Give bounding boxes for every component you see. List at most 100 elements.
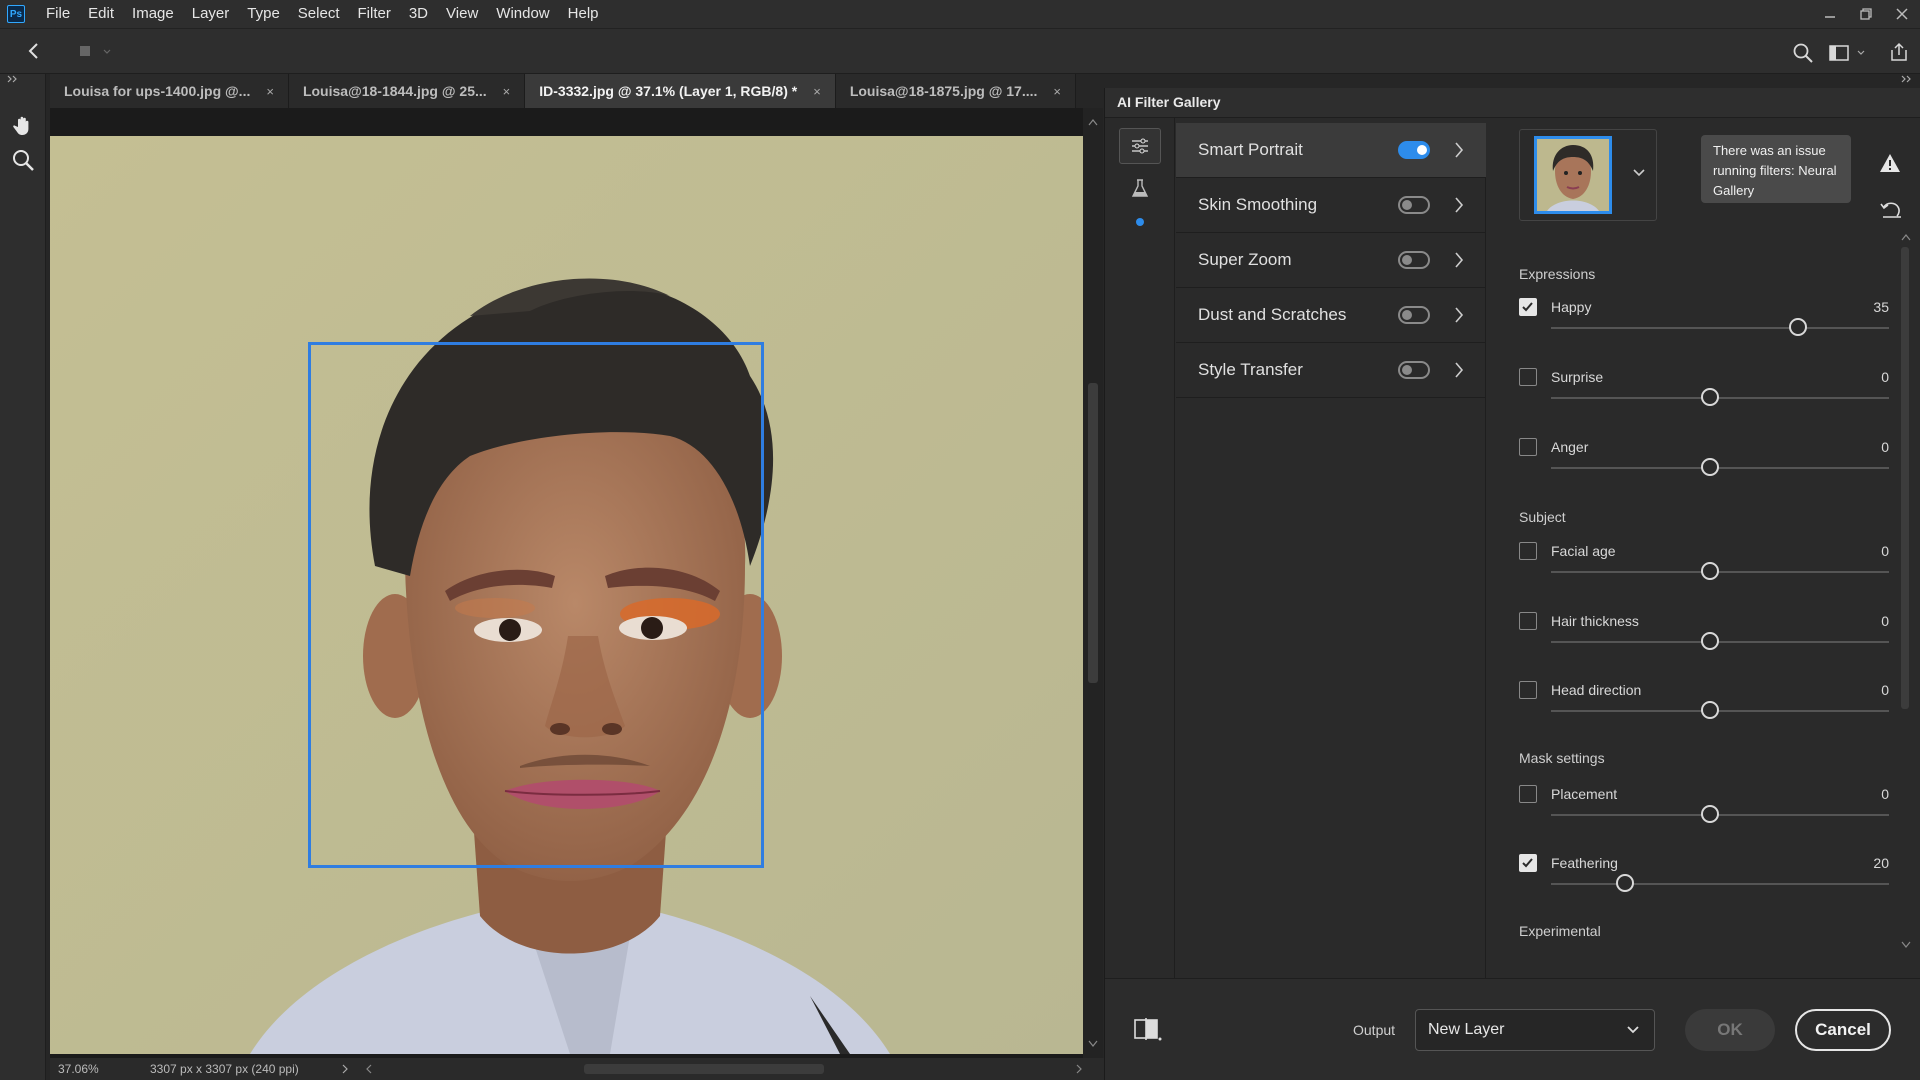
head-direction-slider-track[interactable] bbox=[1551, 710, 1889, 712]
placement-slider-track[interactable] bbox=[1551, 814, 1889, 816]
ok-button[interactable]: OK bbox=[1685, 1009, 1775, 1051]
head-direction-slider-thumb[interactable] bbox=[1700, 701, 1719, 719]
surprise-slider-track[interactable] bbox=[1551, 397, 1889, 399]
cancel-button[interactable]: Cancel bbox=[1795, 1009, 1891, 1051]
surprise-slider-thumb[interactable] bbox=[1700, 388, 1719, 406]
placement-checkbox[interactable] bbox=[1519, 785, 1537, 803]
tab-close-icon[interactable]: × bbox=[1053, 84, 1061, 99]
style-transfer-toggle[interactable] bbox=[1398, 361, 1430, 379]
all-filters-icon[interactable] bbox=[1119, 128, 1161, 164]
canvas-area[interactable] bbox=[50, 108, 1083, 1058]
output-select[interactable]: New Layer bbox=[1415, 1009, 1655, 1051]
skin-smoothing-toggle[interactable] bbox=[1398, 196, 1430, 214]
scrollbar-thumb[interactable] bbox=[1088, 383, 1098, 683]
option-value[interactable]: 0 bbox=[1881, 786, 1889, 802]
facial-age-checkbox[interactable] bbox=[1519, 542, 1537, 560]
chevron-right-icon[interactable] bbox=[1453, 306, 1465, 324]
zoom-tool-icon[interactable] bbox=[11, 148, 35, 172]
menu-image[interactable]: Image bbox=[123, 0, 183, 28]
search-icon[interactable] bbox=[1792, 42, 1814, 64]
tab-louisa-1400[interactable]: Louisa for ups-1400.jpg @... × bbox=[50, 74, 289, 108]
menu-file[interactable]: File bbox=[37, 0, 79, 28]
menu-layer[interactable]: Layer bbox=[183, 0, 239, 28]
filter-skin-smoothing[interactable]: Skin Smoothing bbox=[1176, 178, 1486, 233]
head-direction-checkbox[interactable] bbox=[1519, 681, 1537, 699]
share-icon[interactable] bbox=[1888, 41, 1910, 63]
tool-preset-icon[interactable] bbox=[78, 43, 114, 61]
chevron-right-icon[interactable] bbox=[1453, 141, 1465, 159]
workspace-icon[interactable] bbox=[1828, 43, 1868, 63]
option-value[interactable]: 0 bbox=[1881, 543, 1889, 559]
filter-smart-portrait[interactable]: Smart Portrait bbox=[1176, 123, 1486, 178]
happy-slider-track[interactable] bbox=[1551, 327, 1889, 329]
collapse-panels-icon[interactable] bbox=[1900, 74, 1914, 84]
filter-style-transfer[interactable]: Style Transfer bbox=[1176, 343, 1486, 398]
tab-louisa-1844[interactable]: Louisa@18-1844.jpg @ 25... × bbox=[288, 74, 526, 108]
hand-tool-icon[interactable] bbox=[11, 114, 35, 138]
preview-compare-icon[interactable] bbox=[1133, 1017, 1163, 1043]
facial-age-slider-track[interactable] bbox=[1551, 571, 1889, 573]
menu-edit[interactable]: Edit bbox=[79, 0, 123, 28]
settings-scrollbar-thumb[interactable] bbox=[1901, 247, 1909, 709]
smart-portrait-toggle[interactable] bbox=[1398, 141, 1430, 159]
menu-type[interactable]: Type bbox=[238, 0, 289, 28]
hair-thickness-checkbox[interactable] bbox=[1519, 612, 1537, 630]
menu-view[interactable]: View bbox=[437, 0, 487, 28]
happy-slider-thumb[interactable] bbox=[1788, 318, 1807, 336]
anger-checkbox[interactable] bbox=[1519, 438, 1537, 456]
option-value[interactable]: 0 bbox=[1881, 613, 1889, 629]
expand-tools-icon[interactable] bbox=[6, 74, 20, 84]
surprise-checkbox[interactable] bbox=[1519, 368, 1537, 386]
reset-icon[interactable] bbox=[1879, 199, 1903, 219]
chevron-right-icon[interactable] bbox=[1453, 251, 1465, 269]
restore-icon[interactable] bbox=[1848, 0, 1884, 28]
minimize-icon[interactable] bbox=[1812, 0, 1848, 28]
anger-slider-track[interactable] bbox=[1551, 467, 1889, 469]
face-selector[interactable] bbox=[1519, 129, 1657, 221]
menu-help[interactable]: Help bbox=[559, 0, 608, 28]
canvas-vertical-scrollbar[interactable] bbox=[1083, 108, 1103, 1058]
chevron-right-icon[interactable] bbox=[1453, 196, 1465, 214]
filter-super-zoom[interactable]: Super Zoom bbox=[1176, 233, 1486, 288]
zoom-level[interactable]: 37.06% bbox=[58, 1062, 122, 1076]
chevron-right-icon[interactable] bbox=[1453, 361, 1465, 379]
placement-slider-thumb[interactable] bbox=[1700, 805, 1719, 823]
facial-age-slider-thumb[interactable] bbox=[1700, 562, 1719, 580]
option-value[interactable]: 0 bbox=[1881, 369, 1889, 385]
horizontal-scrollbar-thumb[interactable] bbox=[584, 1064, 824, 1074]
tab-id-3332[interactable]: ID-3332.jpg @ 37.1% (Layer 1, RGB/8) * × bbox=[525, 74, 836, 108]
menu-select[interactable]: Select bbox=[289, 0, 349, 28]
hair-thickness-slider-thumb[interactable] bbox=[1700, 632, 1719, 650]
settings-scrollbar[interactable] bbox=[1901, 233, 1911, 793]
menu-window[interactable]: Window bbox=[487, 0, 558, 28]
feathering-slider-thumb[interactable] bbox=[1616, 874, 1635, 892]
warning-icon[interactable] bbox=[1879, 153, 1901, 173]
option-value[interactable]: 0 bbox=[1881, 439, 1889, 455]
menu-3d[interactable]: 3D bbox=[400, 0, 437, 28]
settings-scroll-down-icon[interactable] bbox=[1901, 941, 1911, 949]
option-value[interactable]: 20 bbox=[1873, 855, 1889, 871]
anger-slider-thumb[interactable] bbox=[1700, 458, 1719, 476]
dust-scratches-toggle[interactable] bbox=[1398, 306, 1430, 324]
hair-thickness-slider-track[interactable] bbox=[1551, 641, 1889, 643]
tab-close-icon[interactable]: × bbox=[266, 84, 274, 99]
back-arrow-icon[interactable] bbox=[24, 41, 44, 61]
status-expand-icon[interactable] bbox=[340, 1064, 350, 1074]
super-zoom-toggle[interactable] bbox=[1398, 251, 1430, 269]
feathering-checkbox[interactable] bbox=[1519, 854, 1537, 872]
close-icon[interactable] bbox=[1884, 0, 1920, 28]
option-value[interactable]: 35 bbox=[1873, 299, 1889, 315]
face-thumbnail[interactable] bbox=[1534, 136, 1612, 214]
tab-close-icon[interactable]: × bbox=[503, 84, 511, 99]
hscroll-left-icon[interactable] bbox=[364, 1064, 374, 1074]
filter-dust-and-scratches[interactable]: Dust and Scratches bbox=[1176, 288, 1486, 343]
tab-louisa-1875[interactable]: Louisa@18-1875.jpg @ 17.... × bbox=[835, 74, 1076, 108]
hscroll-right-icon[interactable] bbox=[1074, 1064, 1084, 1074]
portrait-photo[interactable] bbox=[50, 136, 1083, 1054]
beta-flask-icon[interactable] bbox=[1131, 178, 1149, 198]
menu-filter[interactable]: Filter bbox=[349, 0, 400, 28]
chevron-down-icon[interactable] bbox=[1632, 168, 1646, 178]
option-value[interactable]: 0 bbox=[1881, 682, 1889, 698]
feathering-slider-track[interactable] bbox=[1551, 883, 1889, 885]
tab-close-icon[interactable]: × bbox=[813, 84, 821, 99]
